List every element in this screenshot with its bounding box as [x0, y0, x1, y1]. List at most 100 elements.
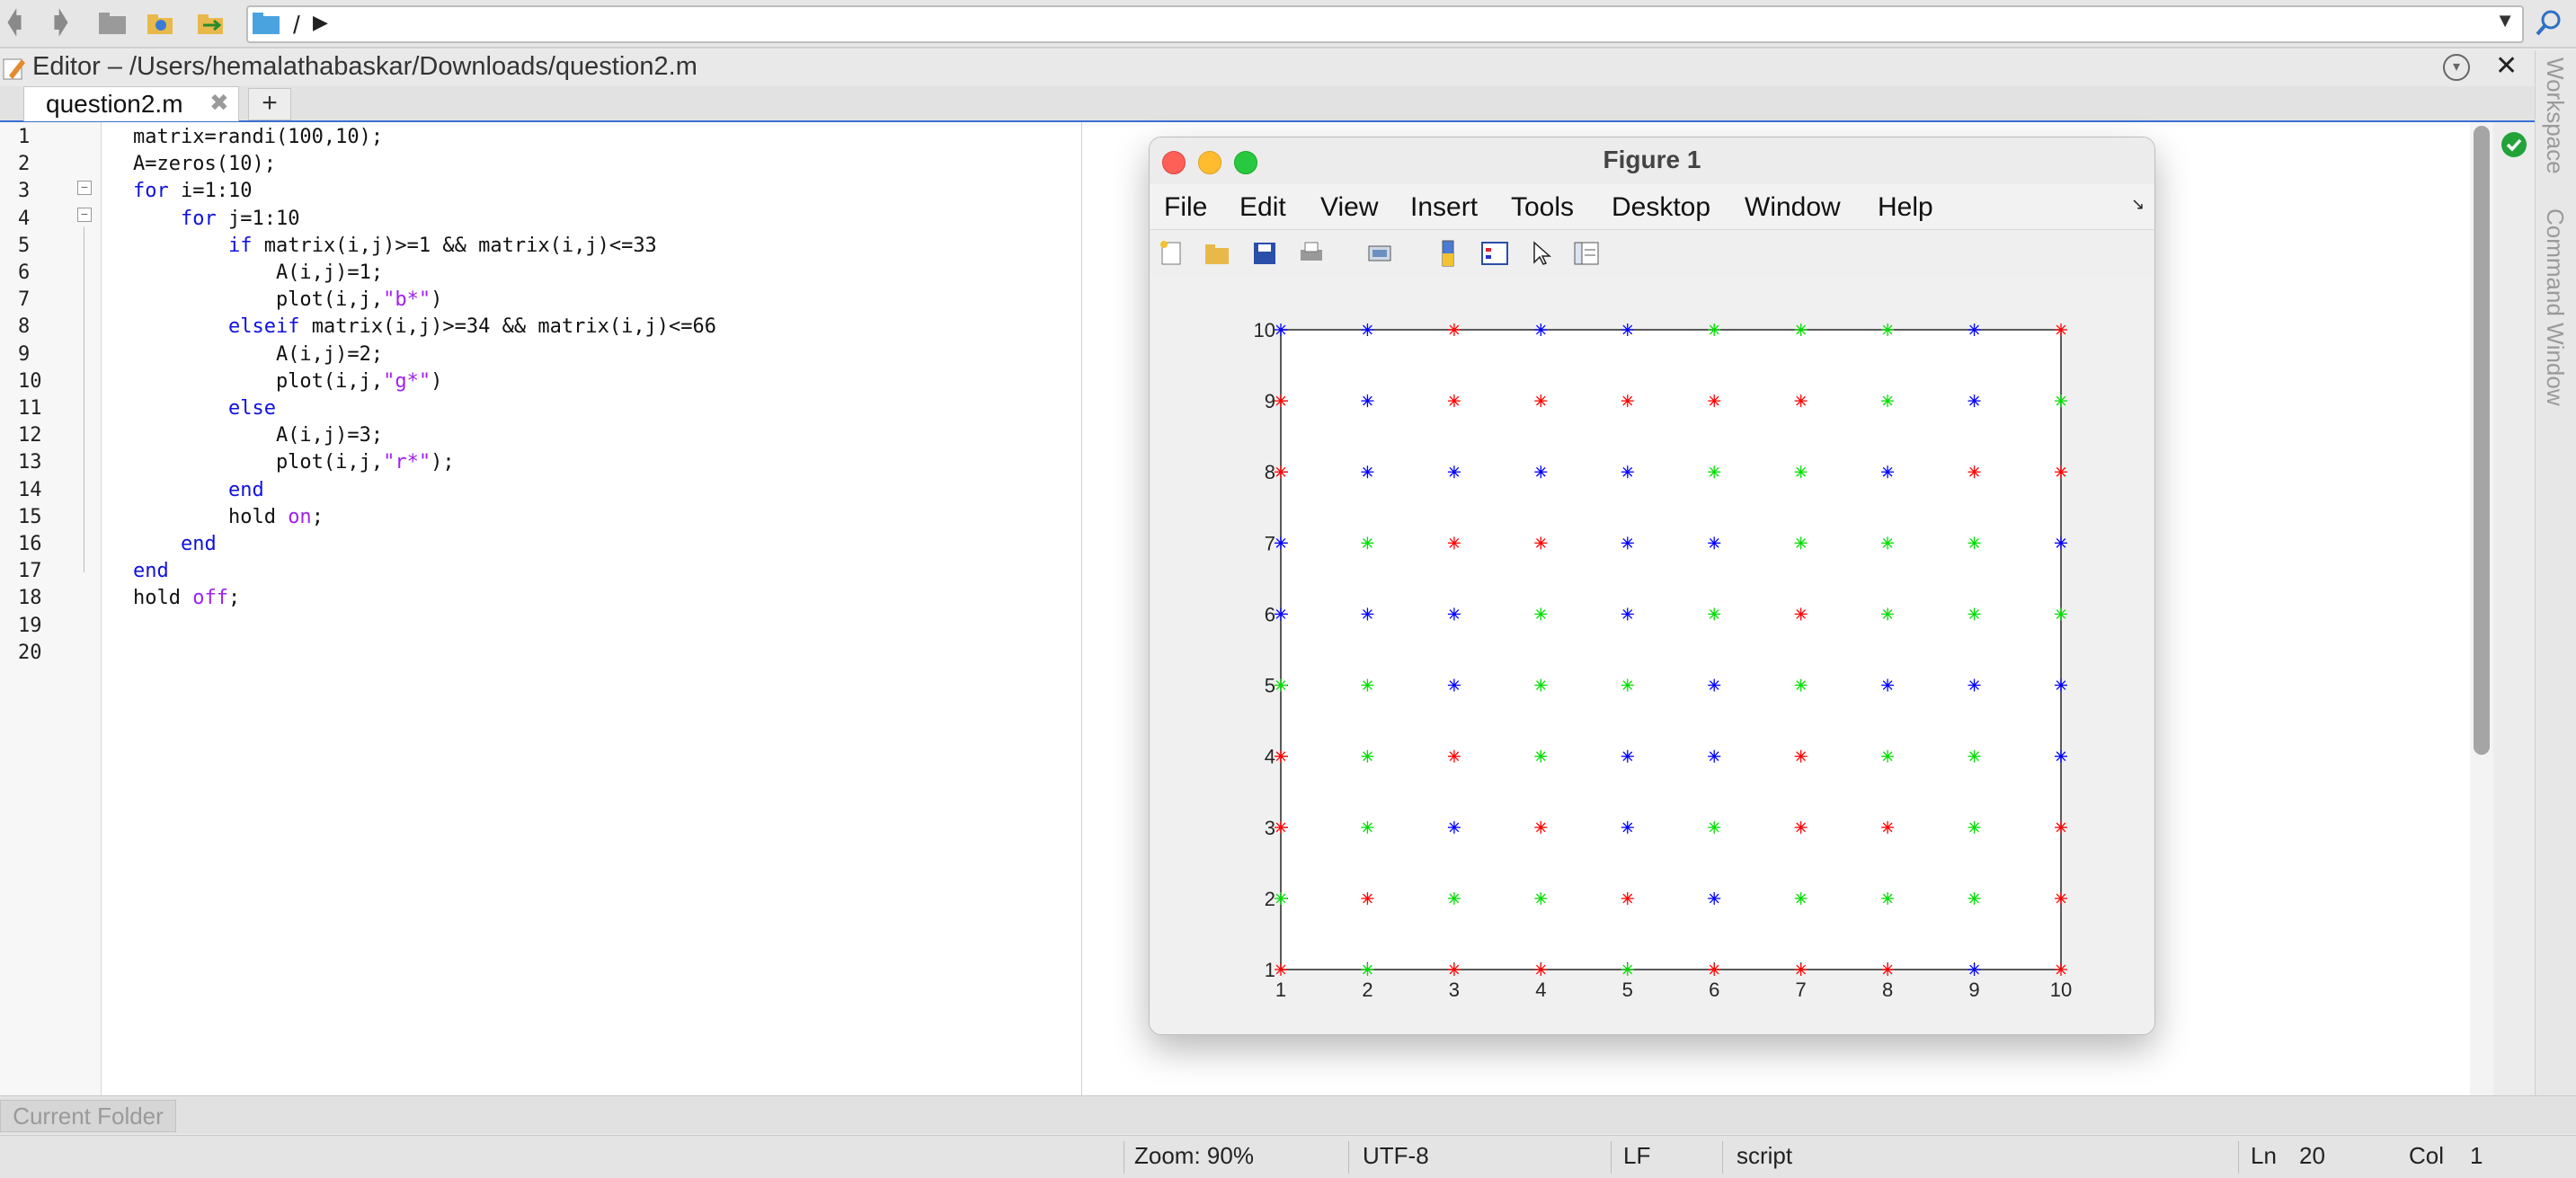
close-icon[interactable]: ✕: [2495, 50, 2518, 82]
data-point-r: [2055, 820, 2067, 834]
data-point-g: [2055, 394, 2067, 408]
tab-question2[interactable]: question2.m ✖: [23, 86, 239, 121]
figure-canvas[interactable]: 1 2 3 4 5 6 7 8 9 10 1 2 3 4 5 6 7 8 9 10: [1150, 276, 2154, 1034]
data-point-g: [1881, 749, 1895, 763]
command-window-tab[interactable]: Command Window: [2541, 208, 2569, 406]
back-arrow-icon[interactable]: 🡀: [0, 8, 32, 39]
editor-title: Editor – /Users/hemalathabaskar/Download…: [32, 52, 697, 81]
open-file-icon[interactable]: [1204, 239, 1232, 268]
compare-folder-icon[interactable]: [196, 11, 227, 36]
print-icon[interactable]: [1297, 239, 1326, 268]
code-line[interactable]: plot(i,j,"r*");: [133, 451, 455, 474]
menu-help[interactable]: Help: [1878, 192, 1933, 223]
property-inspector-icon[interactable]: [1572, 239, 1601, 268]
y-tick-label: 4: [1265, 746, 1275, 768]
code-text: j=1:10: [216, 207, 300, 230]
y-tick-label: 9: [1265, 390, 1275, 412]
status-separator: [1722, 1141, 1723, 1174]
ln-value: 20: [2299, 1142, 2325, 1169]
encoding-status[interactable]: UTF-8: [1363, 1142, 1429, 1170]
data-point-b: [2055, 678, 2067, 692]
legend-icon[interactable]: [1480, 239, 1509, 268]
fold-toggle-icon[interactable]: −: [77, 208, 92, 222]
new-figure-icon[interactable]: [1157, 239, 1186, 268]
code-check-ok-icon[interactable]: [2500, 131, 2527, 158]
fold-toggle-icon[interactable]: −: [77, 181, 92, 195]
code-line[interactable]: for i=1:10: [133, 180, 252, 202]
code-keyword: end: [227, 478, 264, 501]
code-line[interactable]: hold off;: [133, 587, 240, 609]
figure-title: Figure 1: [1603, 146, 1701, 173]
code-line[interactable]: matrix=randi(100,10);: [133, 126, 383, 148]
data-point-g: [2055, 607, 2067, 621]
code-text: hold: [133, 505, 289, 528]
menu-file[interactable]: File: [1164, 192, 1207, 223]
data-point-r: [2055, 891, 2067, 905]
scatter-axes[interactable]: 1 2 3 4 5 6 7 8 9 10 1 2 3 4 5 6 7 8 9 10: [1150, 276, 2154, 1034]
pointer-icon[interactable]: [1527, 239, 1556, 268]
code-text: A=zeros(10);: [133, 153, 276, 176]
search-icon[interactable]: [2533, 7, 2569, 40]
code-line[interactable]: elseif matrix(i,j)>=34 && matrix(i,j)<=6…: [133, 315, 716, 338]
colorbar-icon[interactable]: [1434, 239, 1462, 268]
menu-view[interactable]: View: [1320, 192, 1378, 223]
code-line[interactable]: A(i,j)=1;: [133, 261, 383, 284]
code-line[interactable]: end: [133, 479, 264, 501]
path-text: /: [293, 11, 300, 39]
code-line[interactable]: for j=1:10: [133, 208, 299, 230]
chevron-right-icon[interactable]: ▶: [313, 11, 328, 34]
code-line[interactable]: plot(i,j,"g*"): [133, 370, 442, 393]
code-line[interactable]: A(i,j)=2;: [133, 343, 383, 366]
data-point-g: [1881, 323, 1895, 336]
code-string: "g*": [383, 369, 431, 393]
code-keyword: for: [180, 207, 217, 230]
menu-edit[interactable]: Edit: [1239, 192, 1286, 223]
menu-desktop[interactable]: Desktop: [1612, 192, 1710, 223]
code-line[interactable]: A=zeros(10);: [133, 153, 276, 175]
link-icon[interactable]: [1365, 239, 1394, 268]
path-field[interactable]: / ▶ ▼: [246, 5, 2524, 43]
data-point-g: [1881, 891, 1895, 905]
code-text: plot(i,j,: [133, 451, 384, 474]
code-line[interactable]: A(i,j)=3;: [133, 424, 383, 447]
code-text: ): [431, 369, 443, 393]
code-string: on: [288, 505, 312, 528]
path-dropdown-icon[interactable]: ▼: [2495, 9, 2515, 32]
file-type-status[interactable]: script: [1737, 1142, 1792, 1170]
x-tick-label: 8: [1882, 979, 1893, 1001]
browse-folder-icon[interactable]: [146, 11, 176, 36]
up-folder-icon[interactable]: [97, 11, 128, 36]
code-line[interactable]: hold on;: [133, 506, 324, 528]
code-line[interactable]: else: [133, 397, 276, 420]
scrollbar-thumb[interactable]: [2474, 126, 2490, 755]
x-tick-label: 5: [1622, 979, 1633, 1001]
add-tab-button[interactable]: +: [248, 88, 291, 120]
zoom-status[interactable]: Zoom: 90%: [1134, 1142, 1254, 1170]
current-folder-button[interactable]: Current Folder: [0, 1100, 176, 1132]
code-line[interactable]: end: [133, 533, 217, 555]
x-tick-label: 3: [1449, 979, 1460, 1001]
data-point-b: [1968, 963, 1981, 976]
line-number: 16: [18, 533, 42, 555]
line-number: 7: [18, 288, 31, 312]
code-text: plot(i,j,: [133, 288, 384, 312]
data-point-r: [2055, 963, 2067, 976]
code-line[interactable]: plot(i,j,"b*"): [133, 288, 442, 311]
figure-window[interactable]: Figure 1 File Edit View Insert Tools Des…: [1149, 137, 2155, 1035]
code-line[interactable]: end: [133, 560, 169, 582]
show-actions-icon[interactable]: ▾: [2443, 54, 2470, 81]
status-separator: [2238, 1141, 2239, 1174]
tab-close-icon[interactable]: ✖: [209, 89, 229, 117]
line-ending-status[interactable]: LF: [1623, 1142, 1650, 1170]
figure-titlebar[interactable]: Figure 1: [1150, 137, 2154, 184]
menu-window[interactable]: Window: [1745, 192, 1841, 223]
code-line[interactable]: if matrix(i,j)>=1 && matrix(i,j)<=33: [133, 235, 657, 257]
undock-arrow-icon[interactable]: ↘: [2131, 195, 2145, 214]
data-point-r: [2055, 323, 2067, 336]
save-icon[interactable]: [1250, 239, 1279, 268]
workspace-tab[interactable]: Workspace: [2541, 58, 2569, 174]
menu-tools[interactable]: Tools: [1511, 192, 1574, 223]
forward-arrow-icon[interactable]: 🡂: [43, 8, 79, 39]
menu-insert[interactable]: Insert: [1410, 192, 1478, 223]
